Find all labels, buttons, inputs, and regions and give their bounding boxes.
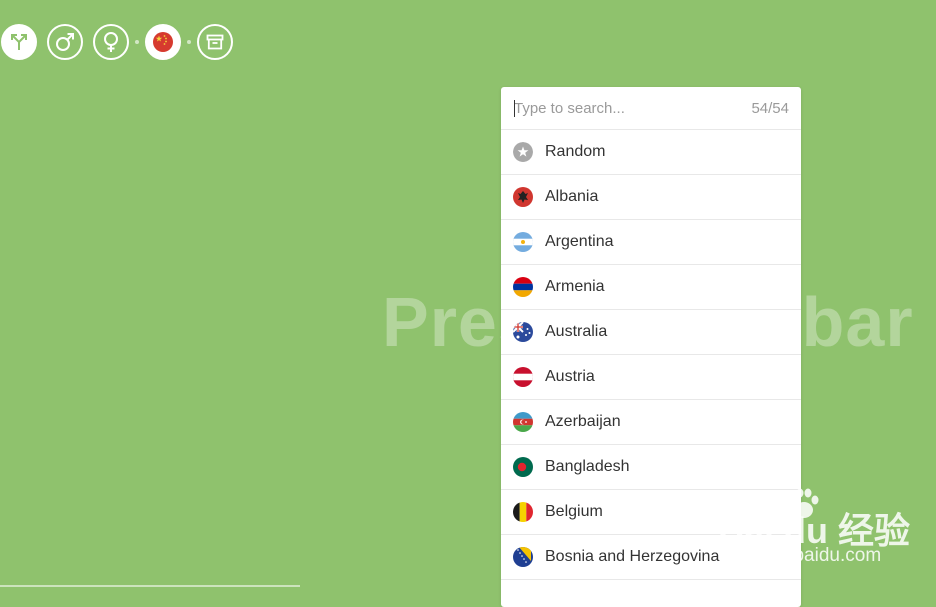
baidu-url-text: jingyan.baidu.com	[728, 545, 882, 566]
separator-dot	[187, 40, 191, 44]
argentina-flag-icon	[513, 232, 533, 252]
female-icon	[104, 32, 118, 52]
australia-flag-icon	[513, 322, 533, 342]
random-star-icon	[513, 142, 533, 162]
merge-arrows-icon	[11, 34, 27, 50]
bottom-divider	[0, 585, 300, 587]
toolbar	[1, 23, 233, 61]
country-option-random[interactable]: Random	[501, 130, 801, 175]
country-search-input[interactable]	[514, 99, 752, 117]
country-label: Bangladesh	[545, 458, 630, 475]
country-label: Albania	[545, 188, 599, 205]
country-label: Belgium	[545, 503, 603, 520]
country-filter-button[interactable]	[145, 24, 181, 60]
country-option-armenia[interactable]: Armenia	[501, 265, 801, 310]
separator-dot	[135, 40, 139, 44]
bosnia-flag-icon	[513, 547, 533, 567]
country-label: Australia	[545, 323, 608, 340]
merge-button[interactable]	[1, 24, 37, 60]
female-filter-button[interactable]	[93, 24, 129, 60]
country-label: Austria	[545, 368, 595, 385]
country-option-austria[interactable]: Austria	[501, 355, 801, 400]
country-label: Azerbaijan	[545, 413, 621, 430]
china-flag-icon	[153, 32, 173, 52]
country-label: Argentina	[545, 233, 614, 250]
austria-flag-icon	[513, 367, 533, 387]
belgium-flag-icon	[513, 502, 533, 522]
bangladesh-flag-icon	[513, 457, 533, 477]
country-option-azerbaijan[interactable]: Azerbaijan	[501, 400, 801, 445]
azerbaijan-flag-icon	[513, 412, 533, 432]
text-caret	[514, 100, 515, 117]
country-option-australia[interactable]: Australia	[501, 310, 801, 355]
armenia-flag-icon	[513, 277, 533, 297]
baidu-watermark: Bai du 经验 jingyan.baidu.com	[718, 484, 936, 588]
country-label: Armenia	[545, 278, 605, 295]
archive-box-icon	[206, 34, 224, 50]
male-filter-button[interactable]	[47, 24, 83, 60]
archive-button[interactable]	[197, 24, 233, 60]
country-option-argentina[interactable]: Argentina	[501, 220, 801, 265]
result-count: 54/54	[751, 99, 789, 117]
search-row: 54/54	[501, 87, 801, 130]
country-option-albania[interactable]: Albania	[501, 175, 801, 220]
country-label: Bosnia and Herzegovina	[545, 548, 720, 565]
country-label: Random	[545, 143, 606, 160]
albania-flag-icon	[513, 187, 533, 207]
male-icon	[56, 33, 74, 51]
